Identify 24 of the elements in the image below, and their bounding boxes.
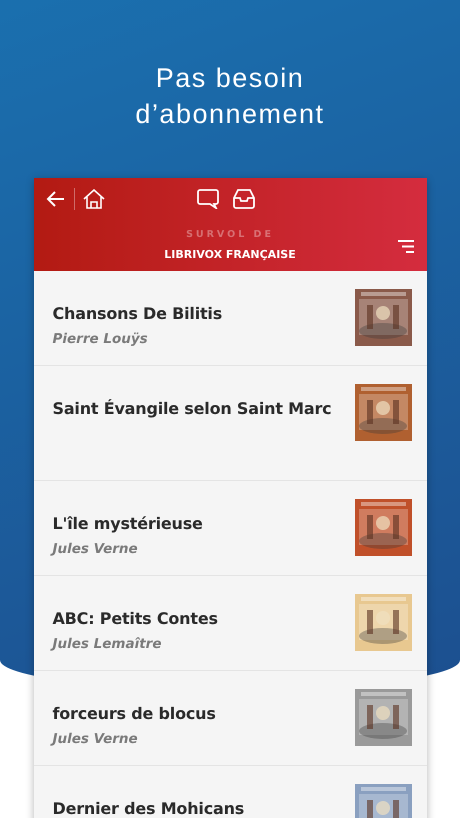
book-title: Dernier des Mohicans — [52, 799, 244, 818]
inbox-icon[interactable] — [232, 189, 254, 209]
headline: Pas besoin d’abonnement — [135, 62, 325, 131]
book-author: Pierre Louÿs — [52, 331, 149, 347]
book-author: Jules Lemaître — [52, 636, 218, 652]
book-row[interactable]: forceurs de blocus Jules Verne — [34, 671, 426, 766]
book-title: Chansons De Bilitis — [52, 304, 222, 323]
back-arrow-icon[interactable] — [46, 190, 66, 208]
home-icon[interactable] — [82, 189, 104, 209]
book-row[interactable]: ABC: Petits Contes Jules Lemaître — [34, 576, 426, 671]
book-row[interactable]: Saint Évangile selon Saint Marc — [34, 366, 426, 481]
menu-icon[interactable] — [398, 240, 414, 253]
book-author: Jules Verne — [52, 731, 216, 747]
book-row[interactable]: Dernier des Mohicans — [34, 766, 426, 818]
header-title: LIBRIVOX FRANÇAISE — [164, 248, 296, 261]
book-title: Saint Évangile selon Saint Marc — [52, 399, 332, 418]
header-subtitle: SURVOL DE — [186, 229, 274, 240]
book-row[interactable]: Chansons De Bilitis Pierre Louÿs — [34, 271, 426, 366]
chat-icon[interactable] — [196, 189, 218, 209]
book-title: L'île mystérieuse — [52, 514, 203, 533]
book-title: forceurs de blocus — [52, 704, 216, 723]
book-row[interactable]: L'île mystérieuse Jules Verne — [34, 481, 426, 576]
book-title: ABC: Petits Contes — [52, 609, 218, 628]
book-author: Jules Verne — [52, 541, 203, 557]
